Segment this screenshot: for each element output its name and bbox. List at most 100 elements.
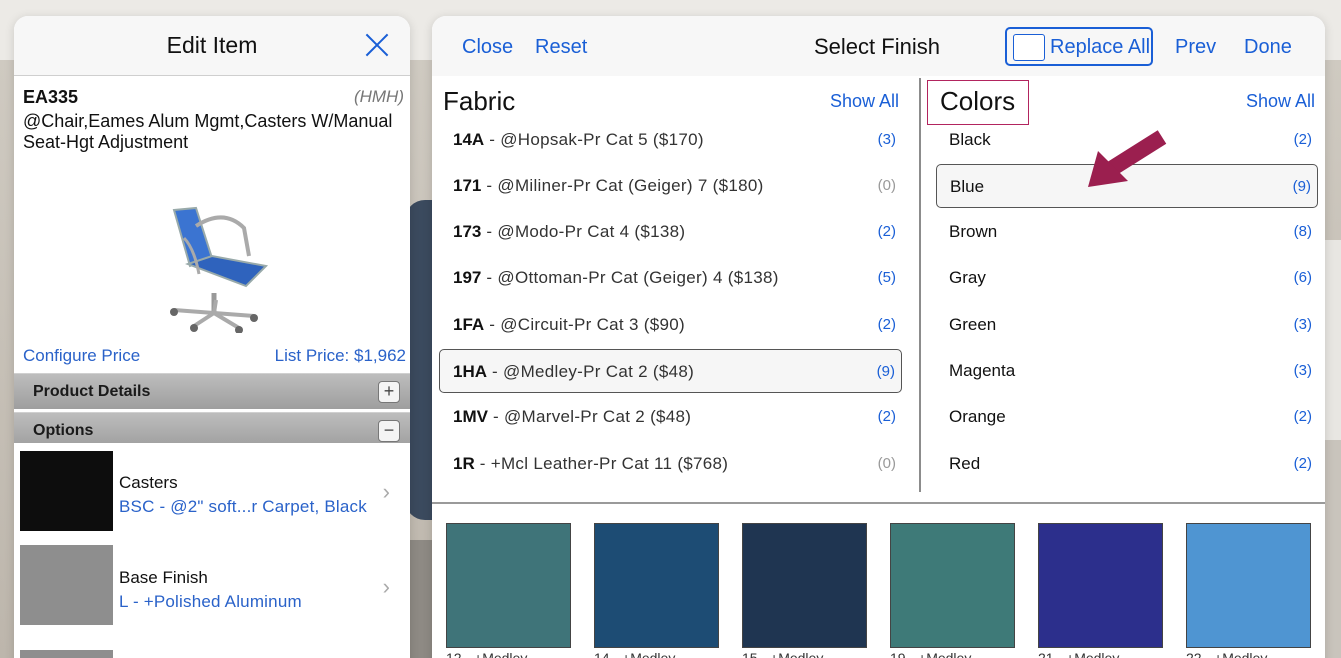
fabric-name: - @Hopsak-Pr Cat 5 ($170) [484, 130, 704, 149]
replace-all-toggle[interactable]: Replace All [1005, 27, 1153, 66]
column-divider [919, 78, 921, 492]
color-count: (3) [1293, 316, 1312, 333]
plus-icon[interactable]: + [378, 381, 400, 403]
fabric-row[interactable]: 1MV - @Marvel-Pr Cat 2 ($48) (2) [440, 395, 902, 439]
swatch-label: 15 - +Medley [742, 650, 824, 658]
finish-title: Select Finish [814, 34, 940, 59]
color-row[interactable]: Brown (8) [936, 210, 1318, 254]
fabric-row[interactable]: 197 - @Ottoman-Pr Cat (Geiger) 4 ($138) … [440, 256, 902, 300]
fabric-count: (2) [877, 408, 896, 425]
fabric-name: - @Circuit-Pr Cat 3 ($90) [484, 315, 685, 334]
select-finish-panel: Close Reset Select Finish Replace All Pr… [432, 16, 1325, 658]
color-count: (3) [1293, 362, 1312, 379]
section-label: Options [33, 422, 94, 439]
fabric-name: - @Medley-Pr Cat 2 ($48) [487, 362, 695, 381]
option-swatch [20, 451, 113, 531]
replace-all-checkbox[interactable] [1013, 34, 1045, 61]
color-name: Orange [949, 407, 1006, 426]
fabric-count: (0) [877, 177, 896, 194]
replace-all-label: Replace All [1050, 36, 1151, 58]
chair-image [170, 206, 269, 333]
fabric-name: - +Mcl Leather-Pr Cat 11 ($768) [474, 454, 729, 473]
edit-item-title: Edit Item [166, 32, 258, 58]
color-count: (9) [1292, 178, 1311, 195]
fabric-name: - @Marvel-Pr Cat 2 ($48) [487, 407, 692, 426]
fabric-code: 14A [453, 130, 485, 149]
fabric-title: Fabric [443, 86, 516, 116]
swatch-divider [432, 502, 1325, 504]
fabric-count: (0) [877, 455, 896, 472]
swatch-label: 14 - +Medley [594, 650, 676, 658]
color-row[interactable]: Orange (2) [936, 395, 1318, 439]
fabric-swatch[interactable] [446, 523, 571, 648]
color-row[interactable]: Gray (6) [936, 256, 1318, 300]
color-count: (2) [1293, 408, 1312, 425]
fabric-code: 173 [453, 222, 482, 241]
option-swatch [20, 545, 113, 625]
fabric-swatch[interactable] [890, 523, 1015, 648]
close-button[interactable]: Close [462, 36, 513, 59]
color-row[interactable]: Red (2) [936, 442, 1318, 486]
fabric-swatch[interactable] [594, 523, 719, 648]
edit-item-header: Edit Item [14, 16, 410, 76]
configure-price-link[interactable]: Configure Price [23, 346, 140, 366]
option-title: Casters [119, 473, 178, 492]
minus-icon[interactable]: − [378, 420, 400, 442]
close-icon[interactable] [364, 32, 390, 58]
annotation-arrow-icon [1088, 130, 1167, 187]
fabric-row[interactable]: 173 - @Modo-Pr Cat 4 ($138) (2) [440, 210, 902, 254]
fabric-row[interactable]: 1FA - @Circuit-Pr Cat 3 ($90) (2) [440, 303, 902, 347]
fabric-code: 1R [453, 454, 475, 473]
reset-button[interactable]: Reset [535, 36, 587, 59]
color-count: (6) [1293, 269, 1312, 286]
fabric-show-all-link[interactable]: Show All [830, 91, 899, 112]
fabric-code: 197 [453, 268, 482, 287]
color-name: Black [949, 130, 991, 149]
swatch-label: 21 - +Medley [1038, 650, 1120, 658]
fabric-row-selected[interactable]: 1HA - @Medley-Pr Cat 2 ($48) (9) [439, 349, 902, 393]
fabric-row[interactable]: 1R - +Mcl Leather-Pr Cat 11 ($768) (0) [440, 442, 902, 486]
option-value: L - +Polished Aluminum [119, 592, 302, 611]
fabric-code: 1FA [453, 315, 485, 334]
option-row-base-finish[interactable]: Base Finish L - +Polished Aluminum › [14, 538, 410, 634]
color-count: (2) [1293, 131, 1312, 148]
color-name: Blue [950, 177, 985, 196]
fabric-row[interactable]: 171 - @Miliner-Pr Cat (Geiger) 7 ($180) … [440, 164, 902, 208]
fabric-count: (2) [877, 223, 896, 240]
fabric-row[interactable]: 14A - @Hopsak-Pr Cat 5 ($170) (3) [440, 118, 902, 162]
list-price: List Price: $1,962 [274, 346, 406, 365]
color-row[interactable]: Green (3) [936, 303, 1318, 347]
product-details-section[interactable]: Product Details + [14, 373, 410, 409]
item-description: @Chair,Eames Alum Mgmt,Casters W/Manual … [23, 111, 393, 152]
background-wall-shape [1324, 240, 1341, 440]
fabric-swatch[interactable] [742, 523, 867, 648]
fabric-count: (5) [877, 269, 896, 286]
colors-show-all-link[interactable]: Show All [1246, 91, 1315, 112]
background-floor-shape-right [1324, 440, 1341, 658]
item-vendor: (HMH) [353, 87, 404, 106]
fabric-name: - @Ottoman-Pr Cat (Geiger) 4 ($138) [481, 268, 779, 287]
color-count: (2) [1293, 455, 1312, 472]
prev-button[interactable]: Prev [1175, 36, 1216, 59]
fabric-swatch[interactable] [1038, 523, 1163, 648]
color-name: Brown [949, 222, 998, 241]
option-swatch-partial [20, 650, 113, 658]
fabric-code: 171 [453, 176, 482, 195]
item-code: EA335 [23, 87, 79, 107]
fabric-code: 1MV [453, 407, 488, 426]
option-title: Base Finish [119, 568, 208, 587]
fabric-name: - @Modo-Pr Cat 4 ($138) [481, 222, 686, 241]
option-row-casters[interactable]: Casters BSC - @2" soft...r Carpet, Black… [14, 443, 410, 539]
swatch-label: 12 - +Medley [446, 650, 528, 658]
fabric-count: (3) [877, 131, 896, 148]
color-row[interactable]: Magenta (3) [936, 349, 1318, 393]
fabric-count: (2) [877, 316, 896, 333]
colors-title: Colors [940, 86, 1016, 116]
option-value: BSC - @2" soft...r Carpet, Black [119, 497, 367, 516]
section-label: Product Details [33, 383, 151, 400]
done-button[interactable]: Done [1244, 36, 1292, 59]
color-name: Magenta [949, 361, 1016, 380]
fabric-swatch[interactable] [1186, 523, 1311, 648]
swatch-label: 22 - +Medley [1186, 650, 1268, 658]
swatch-label: 19 - +Medley [890, 650, 972, 658]
